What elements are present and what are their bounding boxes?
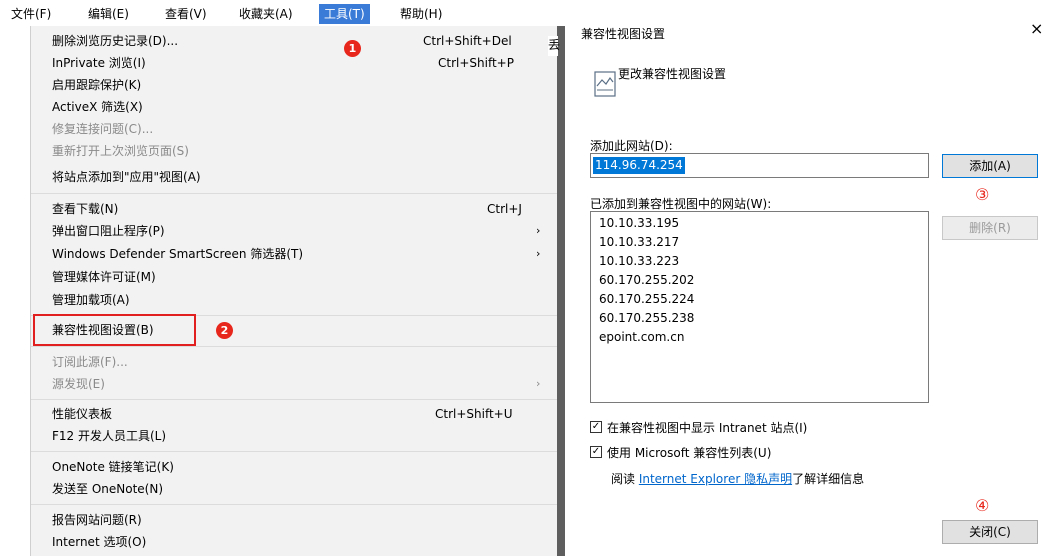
menu-item-delete-history[interactable]: 删除浏览历史记录(D)... (52, 30, 178, 52)
menu-separator (31, 193, 558, 194)
menu-item-reopen-session: 重新打开上次浏览页面(S) (52, 144, 189, 158)
menu-item-media-licenses[interactable]: 管理媒体许可证(M) (52, 266, 156, 288)
add-site-label: 添加此网站(D): (590, 139, 673, 153)
menu-separator (31, 346, 558, 347)
site-list-label: 已添加到兼容性视图中的网站(W): (590, 197, 772, 211)
menu-item-send-onenote[interactable]: 发送至 OneNote(N) (52, 478, 163, 500)
menu-item-inprivate[interactable]: InPrivate 浏览(I) (52, 52, 146, 74)
menu-item-tracking-protection[interactable]: 启用跟踪保护(K) (52, 74, 141, 96)
privacy-link[interactable]: Internet Explorer 隐私声明 (639, 472, 792, 486)
step-3-marker: ③ (975, 185, 990, 204)
menu-item-popup-blocker[interactable]: 弹出窗口阻止程序(P) (52, 220, 165, 242)
tools-menu: 删除浏览历史记录(D)... Ctrl+Shift+Del InPrivate … (30, 26, 558, 556)
list-item[interactable]: 10.10.33.223 (599, 252, 679, 271)
intranet-checkbox-label: 在兼容性视图中显示 Intranet 站点(I) (607, 421, 808, 435)
menu-item-report-issue[interactable]: 报告网站问题(R) (52, 509, 142, 531)
menu-view[interactable]: 查看(V) (165, 5, 207, 23)
chevron-right-icon: › (536, 377, 541, 390)
page-settings-icon (594, 71, 616, 97)
site-list[interactable]: 10.10.33.195 10.10.33.217 10.10.33.223 6… (590, 211, 929, 403)
menu-help[interactable]: 帮助(H) (400, 5, 442, 23)
menu-item-feed-discovery: 源发现(E) (52, 377, 105, 391)
add-site-input[interactable]: 114.96.74.254 (590, 153, 929, 178)
close-icon[interactable]: × (1030, 21, 1043, 37)
window-edge (557, 26, 565, 556)
menu-item-add-to-apps[interactable]: 将站点添加到"应用"视图(A) (52, 166, 201, 188)
menu-item-smartscreen[interactable]: Windows Defender SmartScreen 筛选器(T) (52, 243, 303, 265)
highlight-box (33, 314, 196, 346)
step-2-badge: 2 (216, 322, 233, 339)
menu-item-onenote-linked[interactable]: OneNote 链接笔记(K) (52, 456, 174, 478)
shortcut-inprivate: Ctrl+Shift+P (438, 56, 514, 70)
privacy-note: 阅读 Internet Explorer 隐私声明了解详细信息 (611, 470, 864, 487)
menu-favorites[interactable]: 收藏夹(A) (239, 5, 293, 23)
shortcut-delete-history: Ctrl+Shift+Del (423, 34, 512, 48)
menu-item-view-downloads[interactable]: 查看下载(N) (52, 198, 118, 220)
chevron-right-icon: › (536, 247, 541, 260)
menu-bar: 文件(F) 编辑(E) 查看(V) 收藏夹(A) 工具(T) 帮助(H) (0, 0, 556, 26)
chevron-right-icon: › (536, 224, 541, 237)
mslist-checkbox[interactable]: ✓ (590, 446, 602, 458)
privacy-suffix: 了解详细信息 (792, 472, 865, 486)
menu-separator (31, 504, 558, 505)
menu-item-activex-filter[interactable]: ActiveX 筛选(X) (52, 96, 143, 118)
menu-separator (31, 399, 558, 400)
menu-edit[interactable]: 编辑(E) (88, 5, 129, 23)
list-item[interactable]: epoint.com.cn (599, 328, 684, 347)
shortcut-performance-dashboard: Ctrl+Shift+U (435, 407, 513, 421)
list-item[interactable]: 60.170.255.224 (599, 290, 694, 309)
list-item[interactable]: 60.170.255.238 (599, 309, 694, 328)
add-button[interactable]: 添加(A) (942, 154, 1038, 178)
menu-item-internet-options[interactable]: Internet 选项(O) (52, 531, 146, 553)
background-text: 丢 (548, 36, 560, 56)
menu-item-fix-connection: 修复连接问题(C)... (52, 122, 154, 136)
mslist-checkbox-label: 使用 Microsoft 兼容性列表(U) (607, 446, 772, 460)
add-site-value: 114.96.74.254 (593, 157, 685, 174)
step-4-marker: ④ (975, 496, 990, 515)
list-item[interactable]: 10.10.33.195 (599, 214, 679, 233)
dialog-heading: 更改兼容性视图设置 (618, 67, 727, 81)
remove-button[interactable]: 删除(R) (942, 216, 1038, 240)
intranet-checkbox[interactable]: ✓ (590, 421, 602, 433)
dialog-title: 兼容性视图设置 (581, 27, 666, 41)
shortcut-view-downloads: Ctrl+J (487, 202, 522, 216)
compat-view-dialog: 兼容性视图设置 × 更改兼容性视图设置 添加此网站(D): 114.96.74.… (565, 15, 1054, 556)
menu-item-performance-dashboard[interactable]: 性能仪表板 (52, 403, 112, 425)
list-item[interactable]: 60.170.255.202 (599, 271, 694, 290)
menu-item-dev-tools[interactable]: F12 开发人员工具(L) (52, 425, 166, 447)
menu-separator (31, 451, 558, 452)
menu-tools[interactable]: 工具(T) (319, 4, 370, 24)
menu-file[interactable]: 文件(F) (11, 5, 51, 23)
menu-item-manage-addons[interactable]: 管理加载项(A) (52, 289, 130, 311)
close-button[interactable]: 关闭(C) (942, 520, 1038, 544)
list-item[interactable]: 10.10.33.217 (599, 233, 679, 252)
menu-item-subscribe-feed: 订阅此源(F)... (52, 355, 128, 369)
step-1-badge: 1 (344, 40, 361, 57)
privacy-prefix: 阅读 (611, 472, 639, 486)
